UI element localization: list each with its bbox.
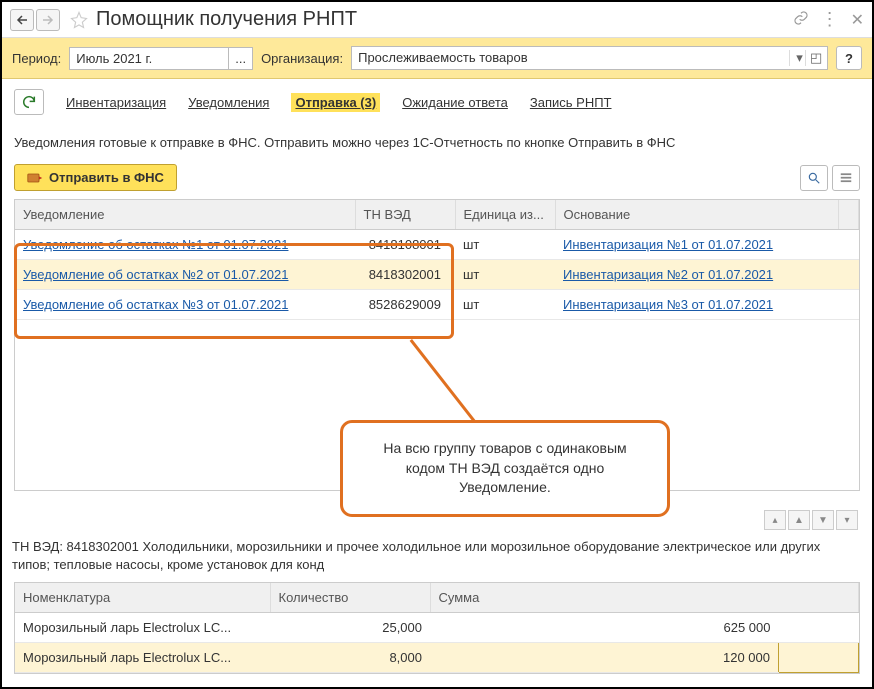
nomenclature-cell: Морозильный ларь Electrolux LC... bbox=[15, 613, 270, 643]
link-icon[interactable] bbox=[793, 10, 809, 29]
tnved-description: ТН ВЭД: 8418302001 Холодильники, морозил… bbox=[12, 538, 860, 574]
col-unit[interactable]: Единица из... bbox=[455, 200, 555, 230]
tnved-cell: 8418302001 bbox=[355, 260, 455, 290]
org-label: Организация: bbox=[261, 51, 343, 66]
page-title: Помощник получения РНПТ bbox=[96, 8, 793, 31]
detail-row[interactable]: Морозильный ларь Electrolux LC... 8,000 … bbox=[15, 643, 859, 673]
tab-record[interactable]: Запись РНПТ bbox=[530, 95, 612, 110]
table-row[interactable]: Уведомление об остатках №2 от 01.07.2021… bbox=[15, 260, 859, 290]
tab-sending[interactable]: Отправка (3) bbox=[291, 93, 380, 112]
settings-button[interactable] bbox=[832, 165, 860, 191]
detail-row[interactable]: Морозильный ларь Electrolux LC... 25,000… bbox=[15, 613, 859, 643]
unit-cell: шт bbox=[455, 230, 555, 260]
period-picker-button[interactable]: ... bbox=[229, 47, 253, 70]
favorite-star-icon[interactable] bbox=[68, 9, 90, 31]
page-first-button[interactable]: ▴ bbox=[764, 510, 786, 530]
org-open-icon[interactable]: ◰ bbox=[805, 50, 821, 66]
basis-link[interactable]: Инвентаризация №3 от 01.07.2021 bbox=[563, 297, 773, 312]
col-spacer bbox=[839, 200, 859, 230]
unit-cell: шт bbox=[455, 260, 555, 290]
qty-cell: 25,000 bbox=[270, 613, 430, 643]
nav-forward-button[interactable] bbox=[36, 9, 60, 31]
nomenclature-cell: Морозильный ларь Electrolux LC... bbox=[15, 643, 270, 673]
focused-cell[interactable] bbox=[778, 643, 858, 673]
org-dropdown-icon[interactable]: ▾ bbox=[789, 50, 805, 66]
notice-link[interactable]: Уведомление об остатках №1 от 01.07.2021 bbox=[23, 237, 288, 252]
org-select[interactable]: Прослеживаемость товаров ▾ ◰ bbox=[351, 46, 828, 70]
notice-link[interactable]: Уведомление об остатках №3 от 01.07.2021 bbox=[23, 297, 288, 312]
col-qty[interactable]: Количество bbox=[270, 583, 430, 613]
sum-cell: 120 000 bbox=[430, 643, 778, 673]
notifications-table: Уведомление ТН ВЭД Единица из... Основан… bbox=[15, 200, 859, 320]
annotation-callout: На всю группу товаров с одинаковым кодом… bbox=[340, 420, 670, 517]
table-row[interactable]: Уведомление об остатках №3 от 01.07.2021… bbox=[15, 290, 859, 320]
tab-inventory[interactable]: Инвентаризация bbox=[66, 95, 166, 110]
unit-cell: шт bbox=[455, 290, 555, 320]
page-up-button[interactable]: ▲ bbox=[788, 510, 810, 530]
period-input[interactable]: Июль 2021 г. bbox=[69, 47, 229, 70]
kebab-menu-icon[interactable]: ⋮ bbox=[821, 9, 839, 30]
page-down-button[interactable]: ▼ bbox=[812, 510, 834, 530]
send-button-label: Отправить в ФНС bbox=[49, 170, 164, 185]
col-sum[interactable]: Сумма bbox=[430, 583, 859, 613]
period-label: Период: bbox=[12, 51, 61, 66]
qty-cell: 8,000 bbox=[270, 643, 430, 673]
basis-link[interactable]: Инвентаризация №2 от 01.07.2021 bbox=[563, 267, 773, 282]
tab-waiting[interactable]: Ожидание ответа bbox=[402, 95, 508, 110]
sum-cell: 625 000 bbox=[430, 613, 778, 643]
col-tnved[interactable]: ТН ВЭД bbox=[355, 200, 455, 230]
tnved-cell: 8418108001 bbox=[355, 230, 455, 260]
refresh-button[interactable] bbox=[14, 89, 44, 115]
close-icon[interactable]: ✕ bbox=[851, 10, 864, 30]
send-icon bbox=[27, 171, 43, 185]
help-button[interactable]: ? bbox=[836, 46, 862, 70]
col-nomenclature[interactable]: Номенклатура bbox=[15, 583, 270, 613]
detail-table: Номенклатура Количество Сумма Морозильны… bbox=[15, 583, 859, 673]
page-last-button[interactable]: ▾ bbox=[836, 510, 858, 530]
org-select-value: Прослеживаемость товаров bbox=[358, 50, 789, 66]
nav-back-button[interactable] bbox=[10, 9, 34, 31]
notice-link[interactable]: Уведомление об остатках №2 от 01.07.2021 bbox=[23, 267, 288, 282]
col-notice[interactable]: Уведомление bbox=[15, 200, 355, 230]
search-button[interactable] bbox=[800, 165, 828, 191]
basis-link[interactable]: Инвентаризация №1 от 01.07.2021 bbox=[563, 237, 773, 252]
paging-controls: ▴ ▲ ▼ ▾ bbox=[764, 510, 858, 530]
tnved-cell: 8528629009 bbox=[355, 290, 455, 320]
send-to-fns-button[interactable]: Отправить в ФНС bbox=[14, 164, 177, 191]
tab-notifications[interactable]: Уведомления bbox=[188, 95, 269, 110]
table-row[interactable]: Уведомление об остатках №1 от 01.07.2021… bbox=[15, 230, 859, 260]
section-description: Уведомления готовые к отправке в ФНС. От… bbox=[2, 131, 872, 164]
col-basis[interactable]: Основание bbox=[555, 200, 839, 230]
